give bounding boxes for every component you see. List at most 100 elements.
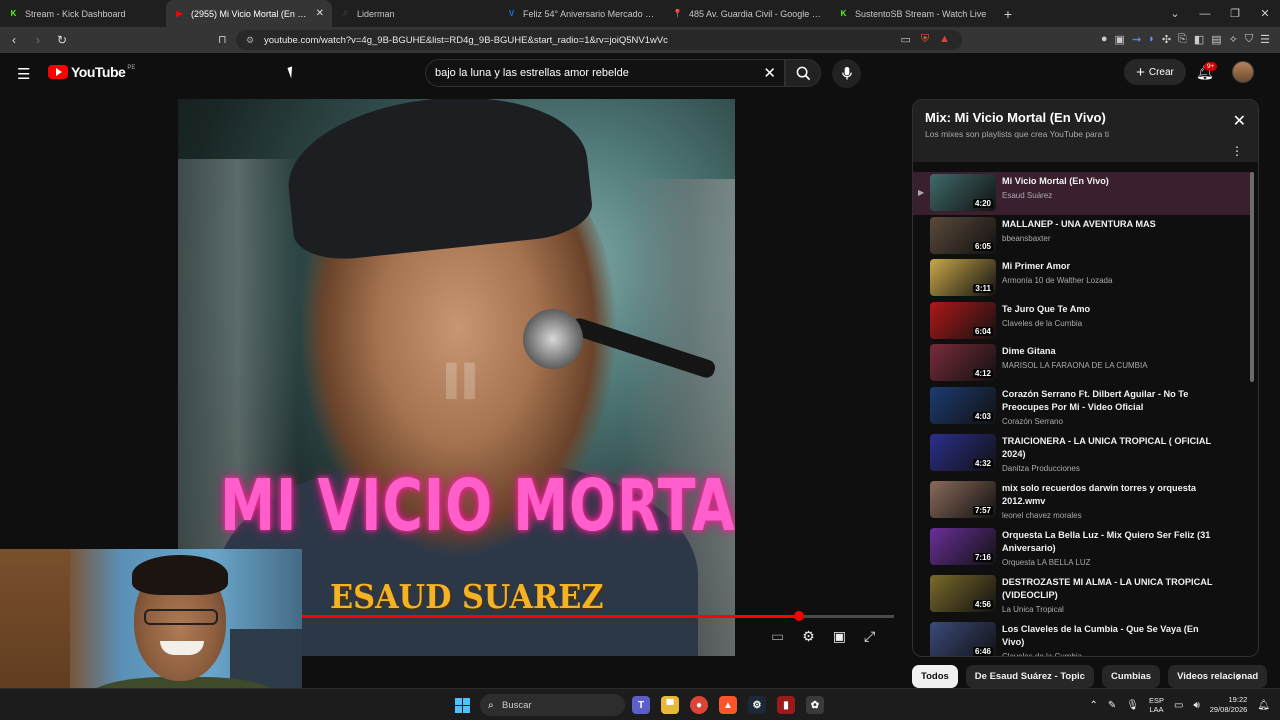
extension-icon-2[interactable]: ▣ xyxy=(1115,33,1125,46)
playlist-item[interactable]: 4:12 Dime Gitana MARISOL LA FARAONA DE LA … xyxy=(913,342,1251,385)
browser-menu-icon[interactable]: ☰ xyxy=(1260,33,1270,46)
sidebar-icon[interactable]: ◧ xyxy=(1194,33,1204,46)
close-window-button[interactable]: ✕ xyxy=(1250,7,1280,20)
extension-icon-3[interactable]: ⇝ xyxy=(1132,33,1141,46)
url-field[interactable]: ⚙ youtube.com/watch?v=4g_9B-BGUHE&list=R… xyxy=(236,30,962,50)
restore-button[interactable]: ❐ xyxy=(1220,7,1250,20)
filter-chip[interactable]: Videos relacionad xyxy=(1168,665,1268,688)
close-tab-icon[interactable]: ✕ xyxy=(316,8,324,19)
taskbar-search[interactable]: ⌕ Buscar xyxy=(480,694,625,716)
youtube-logo[interactable]: YouTube PE xyxy=(48,64,135,80)
guide-menu-icon[interactable]: ☰ xyxy=(17,65,30,83)
close-playlist-icon[interactable]: ✕ xyxy=(1233,111,1246,131)
filter-chip[interactable]: Todos xyxy=(912,665,958,688)
playlist-item-thumbnail[interactable]: 4:32 xyxy=(930,433,996,471)
vpn-icon[interactable]: ⛉ xyxy=(1245,33,1253,46)
playlist-scrollbar[interactable] xyxy=(1250,172,1254,382)
playlist-item-title[interactable]: Mi Primer Amor xyxy=(1002,260,1222,273)
minimize-button[interactable]: — xyxy=(1190,8,1220,20)
create-button[interactable]: + Crear xyxy=(1124,59,1186,85)
steam-app-icon[interactable]: ⚙ xyxy=(748,696,766,714)
playlist-item-title[interactable]: DESTROZASTE MI ALMA - LA UNICA TROPICAL … xyxy=(1002,576,1222,602)
brave-rewards-icon[interactable]: ▲ xyxy=(939,33,950,46)
browser-tab[interactable]: K Stream - Kick Dashboard xyxy=(0,0,166,27)
playlist-item-thumbnail[interactable]: 4:56 xyxy=(930,574,996,612)
browser-tab[interactable]: ✗ Liderman xyxy=(332,0,498,27)
brave-app-icon[interactable]: ▲ xyxy=(719,696,737,714)
brave-shield-icon[interactable]: ⛨ xyxy=(921,33,929,46)
back-icon[interactable]: ‹ xyxy=(4,33,24,47)
playlist-item-thumbnail[interactable]: 6:04 xyxy=(930,301,996,339)
playlist-item[interactable]: 4:03 Corazón Serrano Ft. Dilbert Aguilar … xyxy=(913,385,1251,432)
playlist-item-title[interactable]: Los Claveles de la Cumbia - Que Se Vaya … xyxy=(1002,623,1222,649)
playlist-title[interactable]: Mix: Mi Vicio Mortal (En Vivo) xyxy=(925,110,1246,125)
playlist-item-title[interactable]: Mi Vicio Mortal (En Vivo) xyxy=(1002,175,1222,188)
volume-icon[interactable]: 🔊︎ xyxy=(1193,700,1199,711)
tab-search-icon[interactable]: ⌄ xyxy=(1160,7,1190,20)
playlist-more-icon[interactable]: ⋮ xyxy=(1231,144,1243,158)
extensions-puzzle-icon[interactable]: ✣ xyxy=(1162,33,1171,46)
browser-tab[interactable]: ▶ (2955) Mi Vicio Mortal (En Vivo) ✕ xyxy=(166,0,332,27)
subtitles-icon[interactable]: ▭ xyxy=(771,628,784,645)
extension-icon-4[interactable]: ◗ xyxy=(1148,33,1155,46)
playlist-item-thumbnail[interactable]: 6:05 xyxy=(930,216,996,254)
playlist-item[interactable]: ▶ 4:20 Mi Vicio Mortal (En Vivo) Esaud Suár… xyxy=(913,172,1251,215)
video-progress-bar[interactable] xyxy=(302,611,894,621)
wallet-icon[interactable]: ▤ xyxy=(1211,33,1221,46)
teams-app-icon[interactable]: T xyxy=(632,696,650,714)
browser-tab[interactable]: V Feliz 54° Aniversario Mercado Coope xyxy=(498,0,664,27)
filter-chip[interactable]: Cumbias xyxy=(1101,665,1161,688)
playlist-item[interactable]: 4:56 DESTROZASTE MI ALMA - LA UNICA TROPI… xyxy=(913,573,1251,620)
tray-overflow-icon[interactable]: ⌃ xyxy=(1089,700,1097,711)
reload-icon[interactable]: ↻ xyxy=(52,33,72,47)
notification-center-icon[interactable]: 🔔︎ xyxy=(1257,700,1270,711)
playlist-item-title[interactable]: Te Juro Que Te Amo xyxy=(1002,303,1222,316)
playlist-item-thumbnail[interactable]: 3:11 xyxy=(930,259,996,297)
playlist-item-title[interactable]: Orquesta La Bella Luz - Mix Quiero Ser F… xyxy=(1002,529,1222,555)
clear-search-icon[interactable]: ✕ xyxy=(763,64,776,82)
fullscreen-icon[interactable]: ⤢ xyxy=(864,628,875,645)
account-avatar[interactable] xyxy=(1232,61,1254,83)
extension-icon-5[interactable]: ⎘ xyxy=(1178,33,1187,46)
browser-tab[interactable]: 📍 485 Av. Guardia Civil - Google Maps xyxy=(664,0,830,27)
playlist-item-thumbnail[interactable]: 7:57 xyxy=(930,480,996,518)
playlist-item[interactable]: 6:04 Te Juro Que Te Amo Claveles de la Cum… xyxy=(913,300,1251,343)
taskbar-clock[interactable]: 19:22 29/08/2026 xyxy=(1210,695,1248,715)
browser-tab[interactable]: K SustentoSB Stream - Watch Live xyxy=(830,0,996,27)
cast-icon[interactable]: ▭ xyxy=(900,33,910,46)
search-button[interactable] xyxy=(785,59,821,87)
playlist-item-title[interactable]: Dime Gitana xyxy=(1002,345,1222,358)
video-scrubber-knob[interactable] xyxy=(794,611,805,621)
playlist-item[interactable]: 7:57 mix solo recuerdos darwin torres y o… xyxy=(913,479,1251,526)
playlist-item-title[interactable]: TRAICIONERA - LA UNICA TROPICAL ( OFICIA… xyxy=(1002,435,1222,461)
theater-mode-icon[interactable]: ▣ xyxy=(833,628,846,645)
network-icon[interactable]: ▭ xyxy=(1174,700,1183,711)
leo-ai-icon[interactable]: ✧ xyxy=(1229,33,1238,46)
app-icon-gear[interactable]: ✿ xyxy=(806,696,824,714)
windows-start-icon[interactable] xyxy=(455,698,470,713)
playlist-item-thumbnail[interactable]: 4:03 xyxy=(930,386,996,424)
playlist-item[interactable]: 3:11 Mi Primer Amor Armonía 10 de Walther … xyxy=(913,257,1251,300)
app-icon-red[interactable]: ▮ xyxy=(777,696,795,714)
playlist-item-title[interactable]: Corazón Serrano Ft. Dilbert Aguilar - No… xyxy=(1002,388,1222,414)
settings-gear-icon[interactable]: ⚙ xyxy=(802,628,815,645)
playlist-item-thumbnail[interactable]: 4:20 xyxy=(930,174,996,211)
playlist-item-thumbnail[interactable]: 4:12 xyxy=(930,344,996,382)
chips-next-icon[interactable]: › xyxy=(1236,668,1241,684)
chrome-app-icon[interactable]: ● xyxy=(690,696,708,714)
forward-icon[interactable]: › xyxy=(28,33,48,47)
tray-mic-icon[interactable]: 🎙︎ xyxy=(1126,700,1139,711)
playlist-item[interactable]: 7:16 Orquesta La Bella Luz - Mix Quiero S… xyxy=(913,526,1251,573)
site-info-icon[interactable]: ⚙ xyxy=(246,35,254,46)
playlist-item[interactable]: 6:46 Los Claveles de la Cumbia - Que Se V… xyxy=(913,620,1251,656)
pen-icon[interactable]: ✎ xyxy=(1108,700,1116,711)
search-input[interactable]: bajo la luna y las estrellas amor rebeld… xyxy=(425,59,785,87)
playlist-item-title[interactable]: mix solo recuerdos darwin torres y orque… xyxy=(1002,482,1222,508)
bookmark-icon[interactable]: ⊓ xyxy=(218,33,227,46)
filter-chip[interactable]: De Esaud Suárez - Topic xyxy=(965,665,1094,688)
new-tab-button[interactable]: + xyxy=(996,6,1020,22)
playlist-item[interactable]: 6:05 MALLANEP - UNA AVENTURA MAS bbeansbax… xyxy=(913,215,1251,258)
playlist-item-thumbnail[interactable]: 6:46 xyxy=(930,621,996,656)
playlist-item-thumbnail[interactable]: 7:16 xyxy=(930,527,996,565)
extension-icon-1[interactable]: ● xyxy=(1101,33,1108,46)
